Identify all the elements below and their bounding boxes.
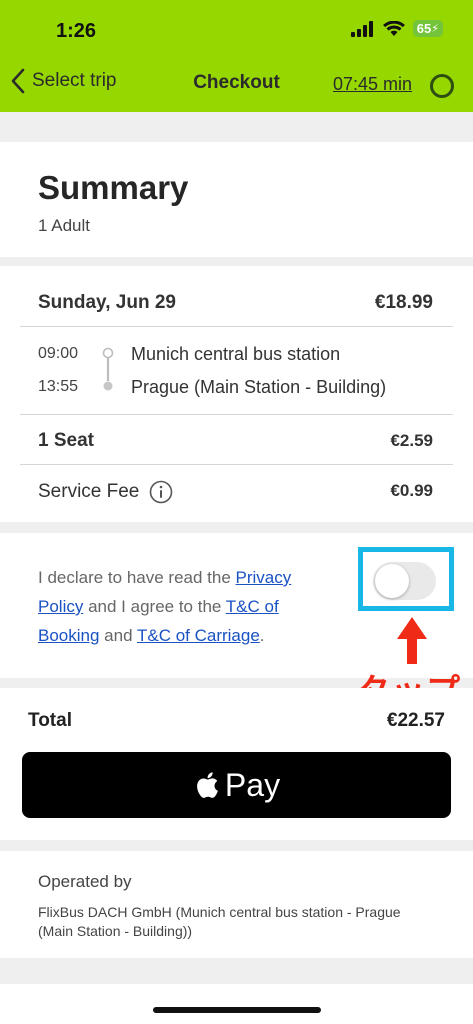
status-icons: 65 ⚡: [350, 20, 443, 37]
trip-price: €18.99: [374, 292, 433, 313]
signal-icon: [350, 20, 373, 37]
bottom-area: [0, 984, 473, 1024]
service-fee-price: €0.99: [390, 481, 433, 500]
chevron-left-icon: [11, 68, 25, 94]
battery-icon: 65 ⚡: [412, 20, 443, 37]
nav-bar: Select trip Checkout 07:45 min: [0, 62, 473, 106]
apple-pay-button[interactable]: Pay: [22, 752, 451, 818]
charging-icon: ⚡: [431, 23, 439, 35]
route-line-icon: [102, 347, 114, 391]
operator-title: Operated by: [38, 872, 132, 891]
accept-terms-toggle[interactable]: [373, 562, 436, 600]
arrival-stop: Prague (Main Station - Building): [131, 377, 387, 397]
summary-card: Summary: [0, 142, 473, 257]
passenger-count: 1 Adult: [38, 216, 90, 235]
declaration-text: I declare to have read the Privacy Polic…: [38, 563, 338, 650]
seat-price: €2.59: [390, 431, 433, 450]
service-fee-row: Service Fee: [38, 480, 173, 504]
total-label: Total: [28, 710, 72, 731]
info-icon[interactable]: [149, 480, 173, 504]
declaration-text-2: and I agree to the: [88, 597, 222, 616]
divider: [20, 326, 453, 327]
departure-time: 09:00: [38, 345, 79, 362]
divider: [20, 414, 453, 415]
status-time: 1:26: [56, 20, 97, 42]
app-header: 1:26 65 ⚡ Select trip Checkout 07:45 min: [0, 0, 473, 112]
home-indicator[interactable]: [153, 1007, 321, 1013]
wifi-icon: [382, 20, 405, 36]
declaration-text-4: .: [259, 626, 265, 645]
service-fee-label: Service Fee: [38, 481, 140, 502]
apple-logo-icon: [197, 772, 218, 798]
reservation-timer[interactable]: 07:45 min: [333, 74, 412, 95]
divider: [20, 464, 453, 465]
timer-progress-icon: [430, 74, 454, 98]
declaration-text-3: and: [104, 626, 133, 645]
back-label: Select trip: [32, 70, 117, 91]
departure-stop: Munich central bus station: [131, 344, 341, 364]
back-button[interactable]: Select trip: [10, 68, 116, 94]
seat-label: 1 Seat: [38, 430, 94, 451]
battery-level: 65: [416, 21, 432, 36]
carriage-terms-link[interactable]: T&C of Carriage: [137, 626, 260, 645]
apple-pay-label: Pay: [224, 766, 281, 803]
summary-title: Summary: [38, 169, 189, 206]
arrival-time: 13:55: [38, 378, 79, 395]
annotation-arrow-icon: [397, 617, 427, 664]
total-price: €22.57: [386, 710, 445, 731]
trip-date: Sunday, Jun 29: [38, 292, 176, 313]
toggle-knob: [375, 564, 409, 598]
operator-text: FlixBus DACH GmbH (Munich central bus st…: [38, 904, 401, 939]
declaration-text-1: I declare to have read the: [38, 568, 231, 587]
